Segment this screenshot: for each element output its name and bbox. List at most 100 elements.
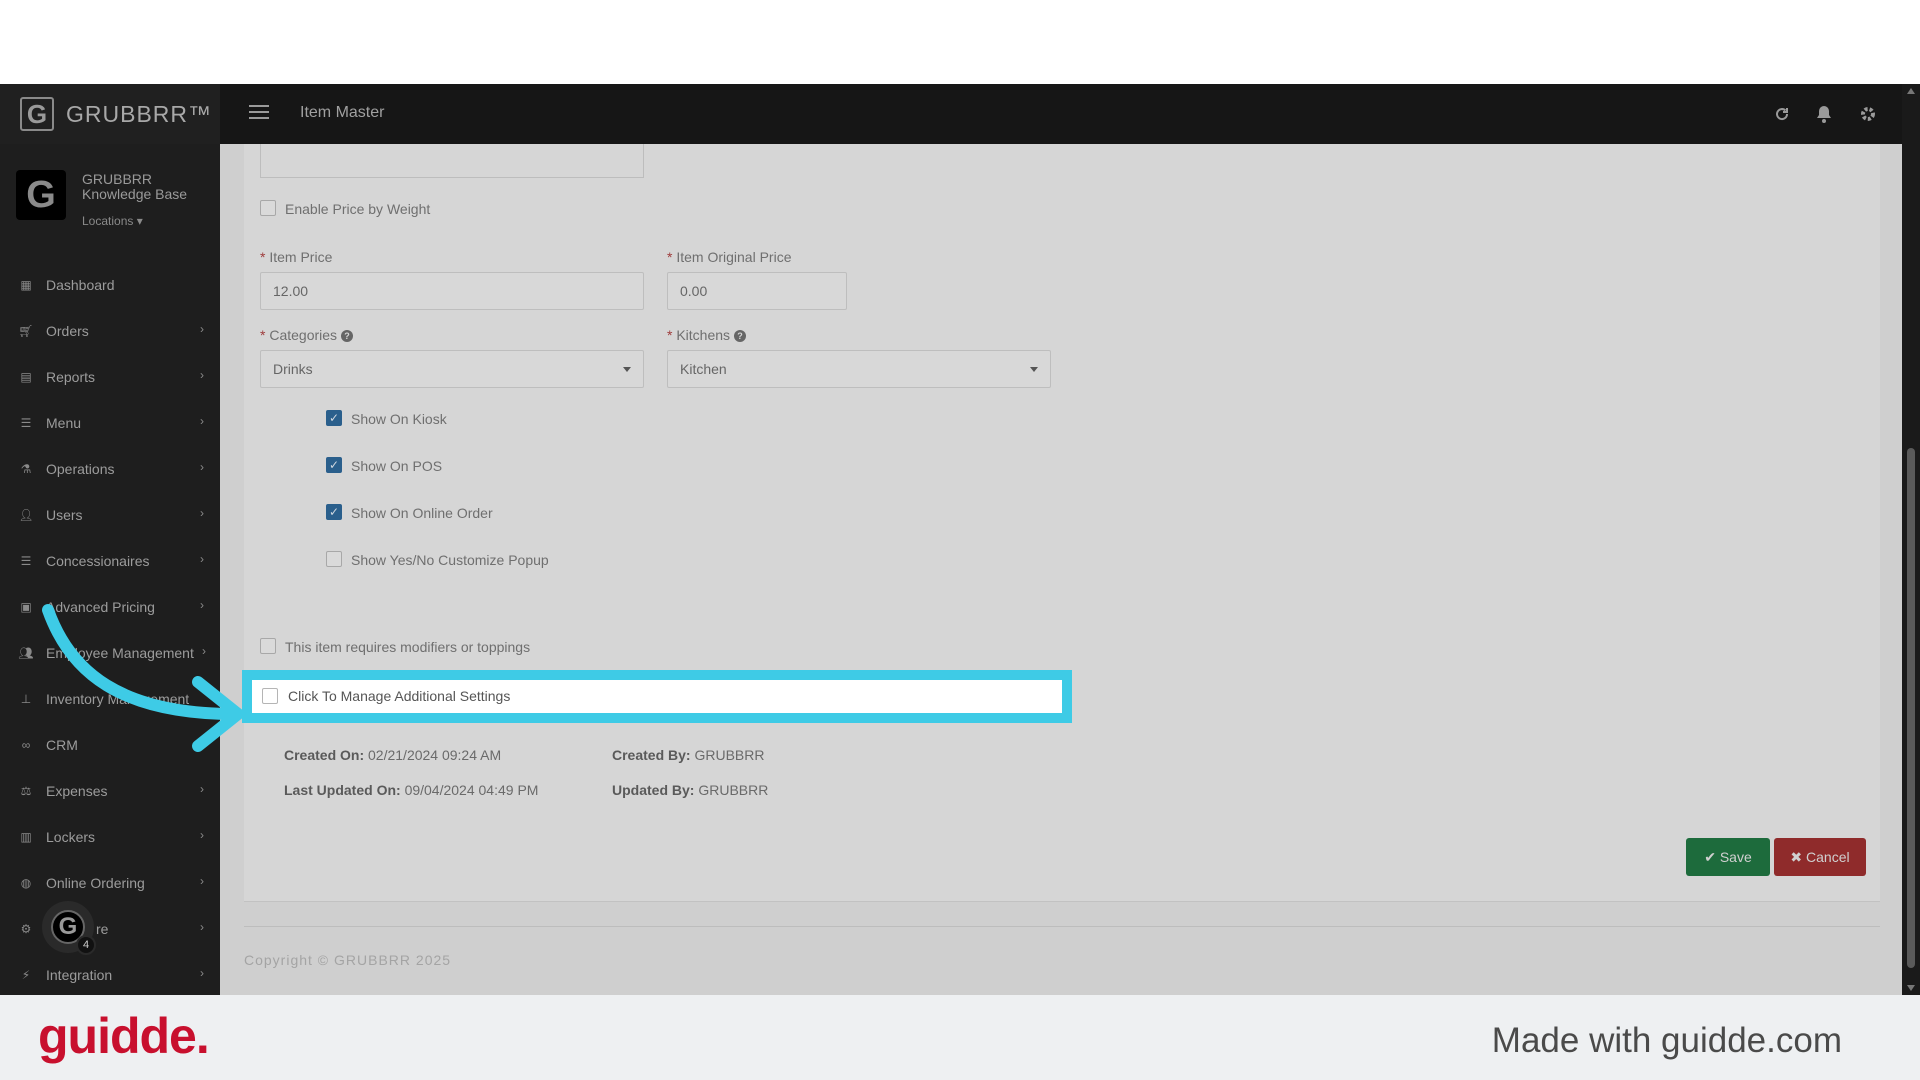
requires-modifiers-checkbox[interactable]: [260, 638, 276, 654]
requires-modifiers-label: This item requires modifiers or toppings: [285, 639, 531, 655]
close-icon: ✖: [1790, 848, 1807, 865]
plug-icon: ⚡︎: [21, 968, 31, 982]
show-on-kiosk-label: Show On Kiosk: [351, 411, 447, 427]
refresh-icon[interactable]: [1770, 102, 1794, 126]
sidebar-item-label: Online Ordering: [46, 875, 145, 891]
sidebar-item-expenses[interactable]: ⚖︎ Expenses ›: [0, 768, 220, 814]
money-icon: ▣: [20, 600, 32, 614]
sidebar-item-dashboard[interactable]: ▦ Dashboard: [0, 262, 220, 308]
enable-price-by-weight-checkbox[interactable]: [260, 200, 276, 216]
vertical-scrollbar[interactable]: [1902, 84, 1920, 995]
sidebar-item-label: Users: [46, 507, 83, 523]
notification-count-badge: 4: [76, 935, 96, 955]
sidebar-item-online-ordering[interactable]: ◍ Online Ordering ›: [0, 860, 220, 906]
updated-by: Updated By: GRUBBRR: [612, 782, 768, 798]
sidebar-item-reports[interactable]: ▤ Reports ›: [0, 354, 220, 400]
caret-down-icon: ▾: [136, 214, 143, 228]
list-icon: ☰: [20, 554, 32, 568]
list-icon: ☰: [20, 416, 32, 430]
link-icon: ∞: [21, 738, 31, 752]
manage-additional-settings-checkbox[interactable]: [262, 688, 278, 704]
sidebar-item-integration[interactable]: ⚡︎ Integration ›: [0, 952, 220, 995]
brand-logo-icon: G: [20, 97, 54, 131]
item-original-price-input[interactable]: 0.00: [667, 272, 847, 310]
users-icon: 👥︎: [18, 646, 34, 660]
chevron-right-icon: ›: [200, 874, 204, 888]
item-price-input[interactable]: 12.00: [260, 272, 644, 310]
gear-icon[interactable]: [1856, 102, 1880, 126]
enable-price-by-weight-label: Enable Price by Weight: [285, 201, 431, 217]
sidebar-item-label: re: [96, 921, 109, 937]
created-by-value: GRUBBRR: [694, 747, 765, 763]
save-button[interactable]: ✔ Save: [1686, 838, 1770, 876]
user-add-icon: 👤︎: [18, 508, 34, 522]
required-marker: *: [260, 249, 266, 265]
main-content: Enable Price by Weight * Item Price 12.0…: [220, 144, 1902, 995]
required-marker: *: [260, 327, 266, 343]
sidebar-item-label: Orders: [46, 323, 89, 339]
show-on-pos-checkbox[interactable]: ✓: [326, 457, 342, 473]
created-by: Created By: GRUBBRR: [612, 747, 765, 763]
sidebar-item-lockers[interactable]: ▥ Lockers ›: [0, 814, 220, 860]
scroll-up-arrow-icon[interactable]: [1907, 88, 1915, 94]
required-marker: *: [667, 327, 673, 343]
scroll-down-arrow-icon[interactable]: [1907, 985, 1915, 991]
sidebar-item-concessionaires[interactable]: ☰ Concessionaires ›: [0, 538, 220, 584]
gear-icon: ⚙︎: [20, 922, 32, 936]
item-price-label-text: Item Price: [269, 249, 333, 265]
item-price-label: * Item Price: [260, 249, 332, 265]
kitchens-value: Kitchen: [680, 361, 727, 377]
help-icon[interactable]: ?: [341, 330, 354, 343]
pointer-arrow-icon: [42, 604, 244, 752]
kitchens-select[interactable]: Kitchen: [667, 350, 1051, 388]
created-by-label: Created By:: [612, 747, 691, 763]
kitchens-label-text: Kitchens: [676, 327, 731, 343]
created-on: Created On: 02/21/2024 09:24 AM: [284, 747, 501, 763]
help-icon[interactable]: ?: [734, 330, 747, 343]
categories-label: * Categories?: [260, 327, 354, 343]
show-yes-no-popup-checkbox[interactable]: [326, 551, 342, 567]
chevron-right-icon: ›: [200, 368, 204, 382]
guidde-logo: guidde.: [38, 1008, 210, 1064]
scroll-thumb[interactable]: [1907, 448, 1915, 968]
sidebar-item-label: Operations: [46, 461, 115, 477]
sidebar-item-menu[interactable]: ☰ Menu ›: [0, 400, 220, 446]
show-on-online-order-checkbox[interactable]: ✓: [326, 504, 342, 520]
flask-icon: ⚗︎: [20, 462, 32, 476]
made-with-guidde: Made with guidde.com: [1491, 1021, 1842, 1060]
chevron-right-icon: ›: [200, 552, 204, 566]
last-updated-on-label: Last Updated On:: [284, 782, 401, 798]
created-on-value: 02/21/2024 09:24 AM: [368, 747, 502, 763]
show-on-kiosk-checkbox[interactable]: ✓: [326, 410, 342, 426]
guidde-avatar-badge[interactable]: G 4: [42, 901, 96, 955]
categories-select[interactable]: Drinks: [260, 350, 644, 388]
caret-down-icon: [1030, 367, 1038, 372]
description-textarea[interactable]: [260, 144, 644, 178]
org-name: GRUBBRR Knowledge Base: [82, 171, 188, 202]
brand-name: GRUBBRR™: [66, 100, 213, 127]
cancel-button[interactable]: ✖ Cancel: [1774, 838, 1866, 876]
chevron-right-icon: ›: [200, 782, 204, 796]
categories-label-text: Categories: [269, 327, 338, 343]
guidde-banner: guidde. Made with guidde.com: [0, 995, 1920, 1080]
locations-dropdown[interactable]: Locations ▾: [82, 214, 143, 228]
chevron-right-icon: ›: [200, 322, 204, 336]
save-label: Save: [1719, 849, 1752, 865]
sidebar-item-operations[interactable]: ⚗︎ Operations ›: [0, 446, 220, 492]
page-title: Item Master: [300, 104, 385, 121]
brand[interactable]: G GRUBBRR™: [0, 84, 220, 144]
sidebar-item-users[interactable]: 👤︎ Users ›: [0, 492, 220, 538]
caret-down-icon: [623, 367, 631, 372]
show-on-online-order-label: Show On Online Order: [351, 505, 493, 521]
manage-additional-settings-highlight[interactable]: Click To Manage Additional Settings: [242, 670, 1072, 723]
item-original-price-label-text: Item Original Price: [676, 249, 792, 265]
sidebar-item-re[interactable]: ⚙︎ re ›: [0, 906, 220, 952]
locations-label: Locations: [82, 214, 134, 228]
kitchens-label: * Kitchens?: [667, 327, 747, 343]
bell-icon[interactable]: [1812, 102, 1836, 126]
sidebar-item-orders[interactable]: 🛒︎ Orders ›: [0, 308, 220, 354]
sidebar-item-label: Concessionaires: [46, 553, 150, 569]
hamburger-menu-icon[interactable]: [249, 105, 269, 121]
sidebar-item-label: Reports: [46, 369, 96, 385]
cancel-label: Cancel: [1806, 849, 1850, 865]
